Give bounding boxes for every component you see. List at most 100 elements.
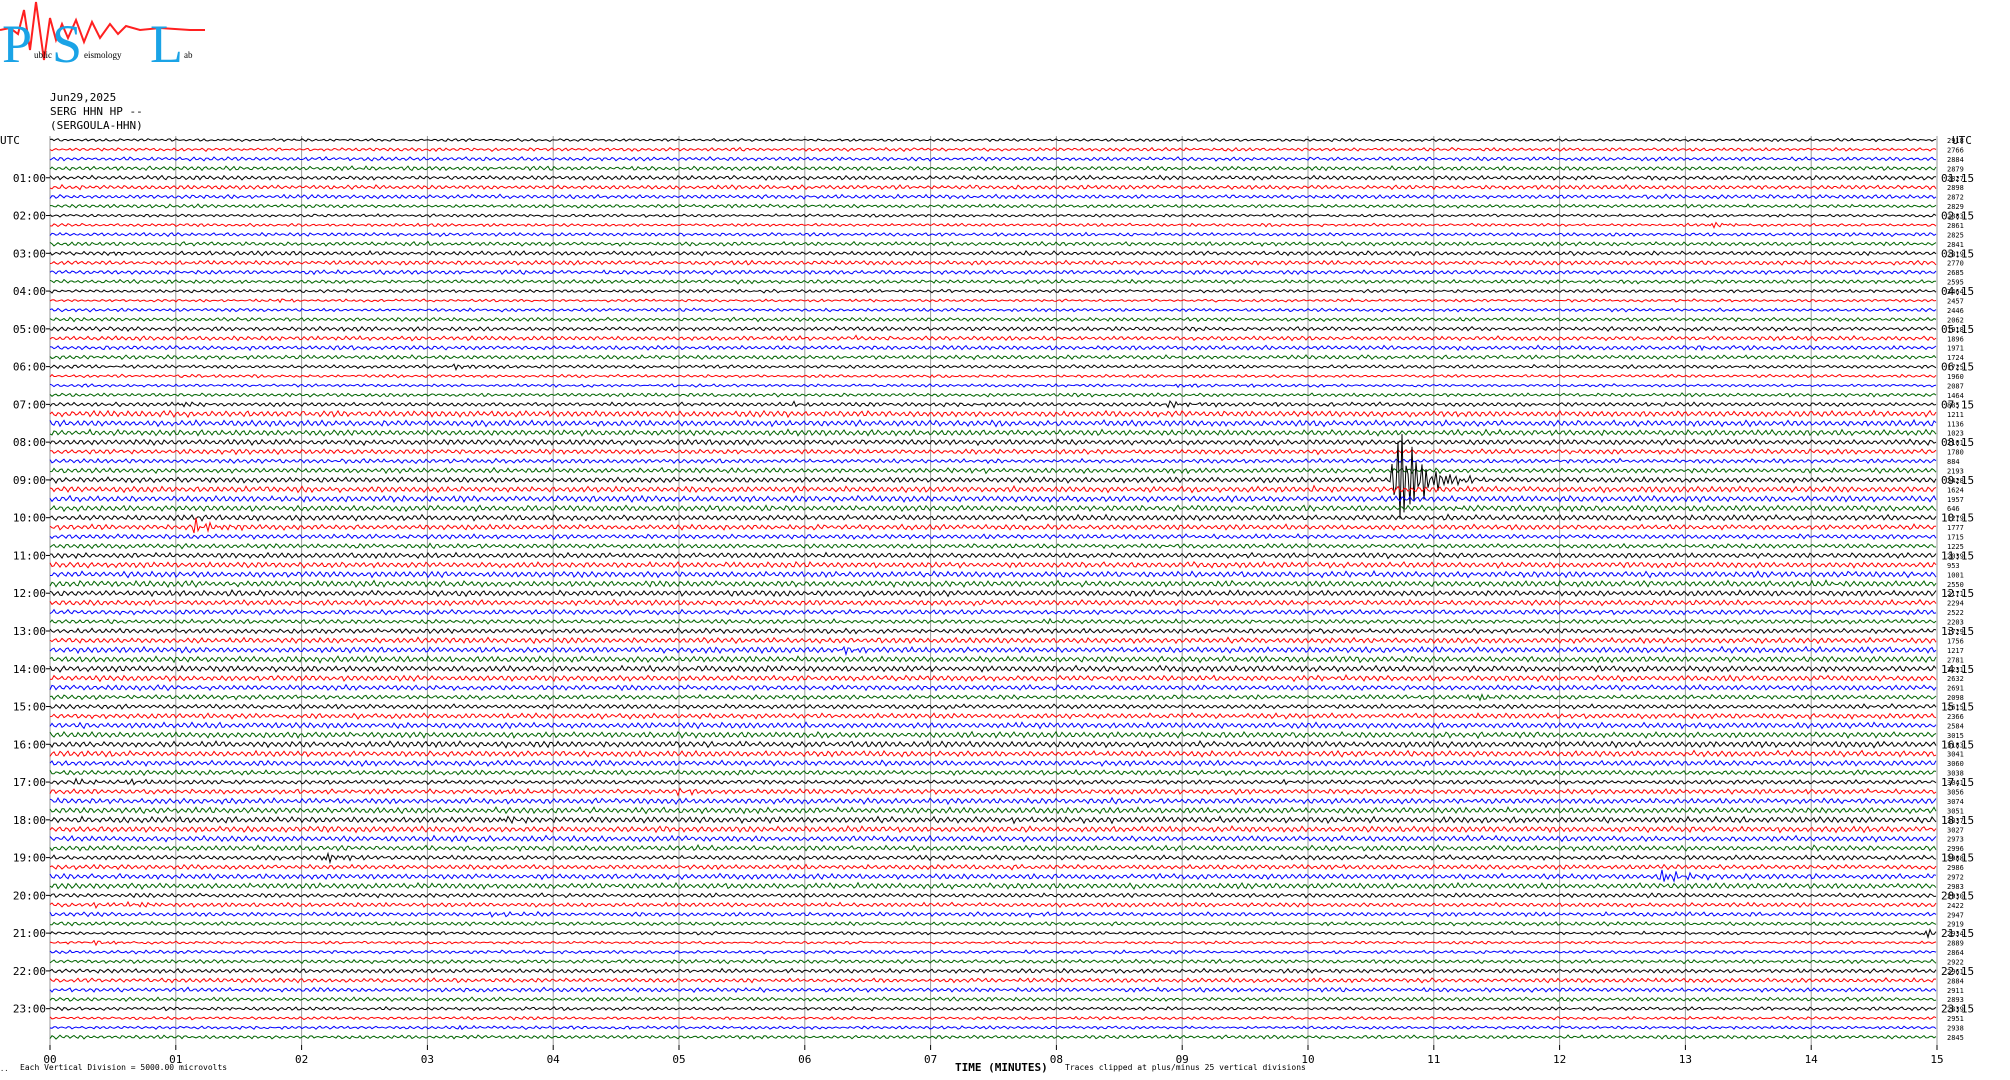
seismic-trace [49, 721, 1937, 730]
seismic-trace [49, 316, 1937, 323]
seismic-trace [49, 1034, 1937, 1040]
trace-value-label: 2951 [1947, 1015, 1964, 1023]
right-hour-label: 18:15 [1941, 814, 1974, 827]
trace-value-label: 2685 [1947, 269, 1964, 277]
seismic-trace [49, 392, 1937, 398]
seismic-trace [49, 434, 1937, 519]
left-hour-label: 07:00 [13, 398, 46, 411]
right-hour-label: 05:15 [1941, 323, 1974, 336]
seismic-trace [49, 693, 1937, 702]
seismic-trace [49, 409, 1937, 419]
seismic-trace [50, 203, 1937, 209]
seismic-trace [49, 325, 1937, 333]
seismic-trace [49, 844, 1937, 853]
x-tick-label: 13 [1679, 1053, 1692, 1066]
right-hour-label: 10:15 [1941, 512, 1974, 525]
seismic-trace [49, 1015, 1937, 1021]
trace-value-label: 2446 [1947, 307, 1964, 315]
x-tick-label: 15 [1930, 1053, 1943, 1066]
seismic-trace [49, 513, 1937, 522]
seismic-trace [49, 533, 1937, 541]
seismic-trace [49, 146, 1937, 153]
seismic-trace [49, 967, 1937, 975]
seismic-trace [49, 438, 1937, 447]
right-hour-label: 02:15 [1941, 210, 1974, 223]
seismic-trace [49, 484, 1937, 494]
left-axis-title: UTC [0, 134, 20, 147]
x-tick-label: 04 [547, 1053, 561, 1066]
helicorder-plot: 00 01 02 03 04 05 06 07 08 09 10 11 12 13 14 1529182766… [0, 134, 1974, 1066]
right-hour-label: 06:15 [1941, 361, 1974, 374]
trace-value-label: 2845 [1947, 1034, 1964, 1042]
right-hour-label: 07:15 [1941, 398, 1974, 411]
left-hour-label: 21:00 [13, 927, 46, 940]
left-hour-label: 01:00 [13, 172, 46, 185]
seismic-trace [49, 297, 1937, 304]
left-hour-label: 13:00 [13, 625, 46, 638]
left-hour-label: 02:00 [13, 210, 46, 223]
trace-value-label: 2884 [1947, 977, 1964, 985]
seismic-trace [49, 504, 1937, 513]
x-tick-label: 06 [798, 1053, 811, 1066]
seismic-trace [49, 213, 1937, 218]
trace-value-label: 2584 [1947, 722, 1964, 730]
trace-value-label: 2986 [1947, 864, 1964, 872]
right-hour-label: 23:15 [1941, 1003, 1974, 1016]
left-hour-label: 10:00 [13, 512, 46, 525]
right-hour-label: 01:15 [1941, 172, 1974, 185]
x-tick-label: 08 [1050, 1053, 1063, 1066]
seismic-trace [49, 193, 1937, 200]
seismic-trace [49, 949, 1937, 955]
trace-value-label: 2294 [1947, 600, 1964, 608]
seismic-trace [49, 560, 1937, 569]
seismic-trace [49, 373, 1937, 379]
right-hour-label: 03:15 [1941, 247, 1974, 260]
right-hour-label: 08:15 [1941, 436, 1974, 449]
seismic-trace [49, 1024, 1937, 1031]
seismic-trace [49, 730, 1937, 740]
left-hour-label: 15:00 [13, 701, 46, 714]
seismic-trace [49, 759, 1937, 768]
seismic-trace [49, 589, 1937, 598]
right-hour-label: 11:15 [1941, 549, 1974, 562]
seismic-trace [49, 869, 1937, 883]
right-hour-label: 04:15 [1941, 285, 1974, 298]
left-hour-label: 05:00 [13, 323, 46, 336]
x-tick-label: 12 [1553, 1053, 1566, 1066]
seismic-trace [49, 740, 1937, 749]
trace-value-label: 2770 [1947, 260, 1964, 268]
trace-value-label: 2632 [1947, 675, 1964, 683]
seismic-trace [50, 447, 1937, 456]
seismic-trace [49, 958, 1937, 965]
seismic-trace [49, 996, 1937, 1003]
seismic-trace [49, 221, 1937, 229]
left-hour-label: 08:00 [13, 436, 46, 449]
left-hour-label: 09:00 [13, 474, 46, 487]
seismic-trace [49, 428, 1937, 437]
seismic-trace [49, 900, 1937, 910]
trace-value-label: 2457 [1947, 298, 1964, 306]
trace-value-label: 1756 [1947, 637, 1964, 645]
right-hour-label: 16:15 [1941, 738, 1974, 751]
seismic-trace [49, 769, 1937, 777]
seismic-trace [49, 517, 1937, 534]
x-tick-label: 11 [1427, 1053, 1440, 1066]
trace-value-label: 2973 [1947, 836, 1964, 844]
seismic-trace [49, 977, 1937, 984]
seismic-trace [49, 542, 1937, 550]
left-hour-label: 22:00 [13, 965, 46, 978]
footer-scale-note: Each Vertical Division = 5000.00 microvo… [20, 1063, 228, 1072]
seismic-trace [49, 712, 1937, 720]
trace-value-label: 2884 [1947, 156, 1964, 164]
left-hour-label: 20:00 [13, 889, 46, 902]
seismic-trace [49, 703, 1937, 711]
seismic-trace [49, 683, 1937, 692]
left-hour-label: 23:00 [13, 1003, 46, 1016]
left-hour-label: 18:00 [13, 814, 46, 827]
seismic-trace [49, 673, 1937, 683]
seismic-trace [49, 288, 1937, 294]
trace-value-label: 1957 [1947, 496, 1964, 504]
trace-value-label: 953 [1947, 562, 1960, 570]
seismic-trace [49, 910, 1937, 919]
seismic-trace [49, 418, 1937, 428]
